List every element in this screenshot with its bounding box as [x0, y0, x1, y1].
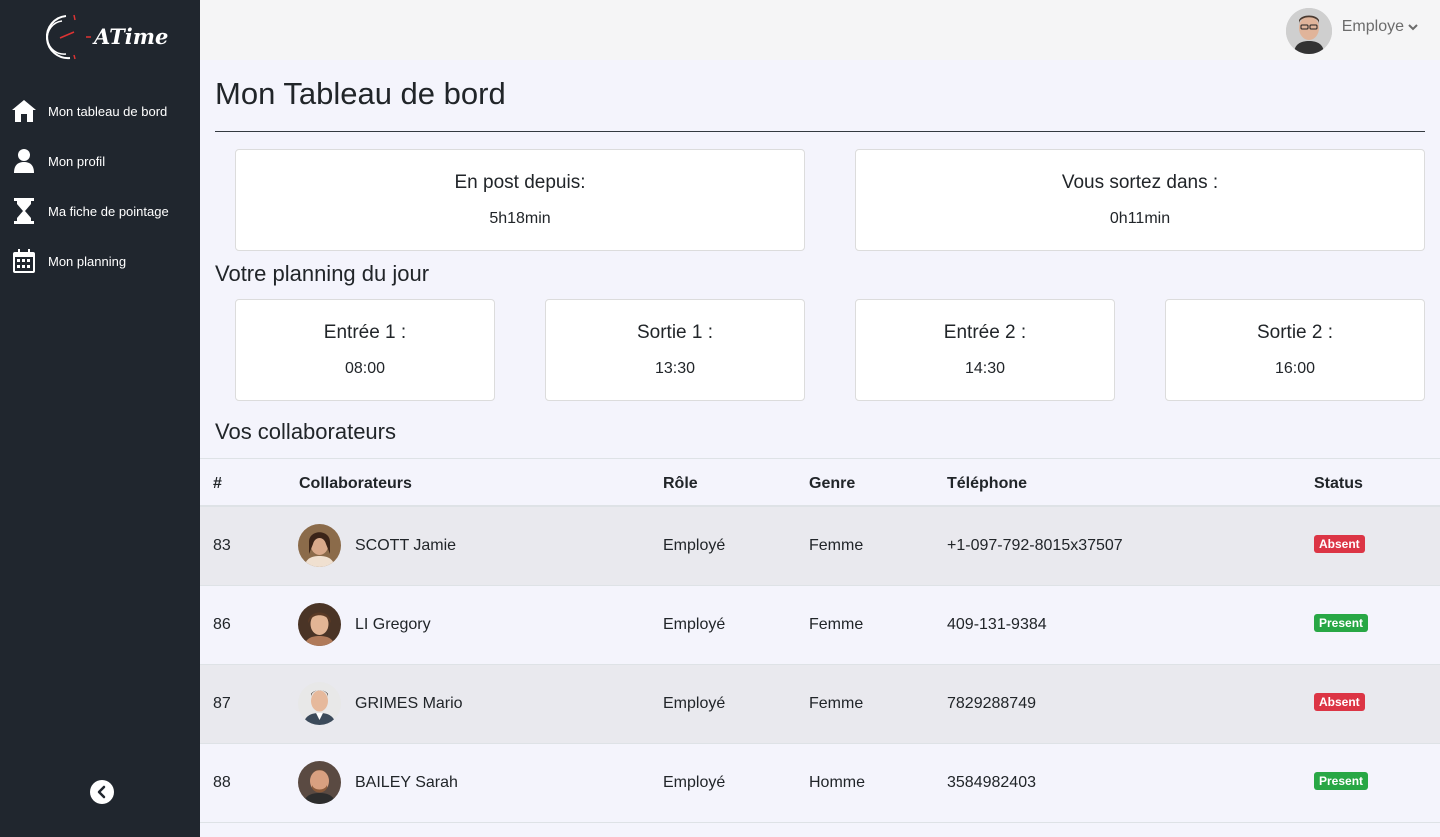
sidebar: ATime Mon tableau de bord Mon profil Ma …: [0, 0, 200, 837]
column-header-collaborators[interactable]: Collaborateurs: [299, 475, 412, 493]
planning-card-title: Entrée 1 :: [323, 322, 407, 343]
column-header-id[interactable]: #: [213, 475, 222, 493]
table-header: # Collaborateurs Rôle Genre Téléphone St…: [200, 458, 1440, 507]
logo-clock-icon: [45, 14, 91, 60]
app-logo[interactable]: ATime: [38, 12, 168, 62]
planning-card-title: Entrée 2 :: [943, 322, 1027, 343]
row-phone: 7829288749: [947, 695, 1036, 712]
sidebar-item-planning[interactable]: Mon planning: [0, 241, 200, 281]
planning-card-value: 14:30: [964, 360, 1006, 377]
calendar-icon: [0, 248, 48, 274]
avatar: [298, 761, 341, 804]
planning-card-entry-2: Entrée 2 : 14:30: [855, 299, 1115, 401]
status-badge: Present: [1314, 614, 1369, 632]
column-header-phone[interactable]: Téléphone: [947, 475, 1027, 493]
stat-card-on-duty: En post depuis: 5h18min: [235, 149, 805, 251]
column-header-gender[interactable]: Genre: [809, 475, 855, 493]
planning-card-value: 16:00: [1274, 360, 1316, 377]
user-menu-dropdown[interactable]: Employe: [1342, 18, 1418, 36]
sidebar-item-label: Mon profil: [48, 153, 106, 169]
sidebar-item-profile[interactable]: Mon profil: [0, 141, 200, 181]
user-menu-label: Employe: [1341, 18, 1404, 35]
sidebar-item-timesheet[interactable]: Ma fiche de pointage: [0, 191, 200, 231]
stat-card-value: 5h18min: [489, 210, 551, 227]
sidebar-item-label: Ma fiche de pointage: [48, 203, 169, 219]
sidebar-item-dashboard[interactable]: Mon tableau de bord: [0, 91, 200, 131]
planning-card-value: 08:00: [344, 360, 386, 377]
row-gender: Femme: [809, 537, 864, 554]
avatar: [298, 524, 341, 567]
avatar: [298, 603, 341, 646]
status-badge: Absent: [1314, 535, 1365, 553]
stat-card-value: 0h11min: [1109, 210, 1171, 227]
row-name: GRIMES Mario: [355, 695, 463, 712]
hourglass-icon: [0, 198, 48, 224]
planning-card-entry-1: Entrée 1 : 08:00: [235, 299, 495, 401]
title-divider: [215, 131, 1425, 132]
row-role: Employé: [663, 537, 726, 554]
logo-text: ATime: [94, 24, 169, 49]
planning-card-exit-2: Sortie 2 : 16:00: [1165, 299, 1425, 401]
stat-card-exit-in: Vous sortez dans : 0h11min: [855, 149, 1425, 251]
avatar[interactable]: [1286, 8, 1332, 54]
row-gender: Femme: [809, 616, 864, 633]
row-phone: +1-097-792-8015x37507: [947, 537, 1123, 554]
collaborators-table: # Collaborateurs Rôle Genre Téléphone St…: [200, 458, 1440, 823]
sidebar-collapse-button[interactable]: [90, 780, 114, 804]
planning-card-title: Sortie 2 :: [1256, 322, 1334, 343]
row-gender: Femme: [809, 695, 864, 712]
row-id: 86: [213, 616, 231, 633]
stat-card-title: Vous sortez dans :: [1061, 172, 1219, 193]
row-id: 88: [213, 774, 231, 791]
row-name: SCOTT Jamie: [355, 537, 457, 554]
row-name: LI Gregory: [355, 616, 431, 633]
row-phone: 3584982403: [947, 774, 1036, 791]
table-row[interactable]: 88 BAILEY Sarah Employé Homme 3584982403…: [200, 744, 1440, 823]
chevron-left-icon: [97, 785, 106, 799]
sidebar-item-label: Mon tableau de bord: [48, 103, 168, 119]
row-role: Employé: [663, 695, 726, 712]
column-header-status[interactable]: Status: [1314, 475, 1363, 493]
status-badge: Absent: [1314, 693, 1365, 711]
user-icon: [0, 149, 48, 173]
page-title: Mon Tableau de bord: [215, 76, 506, 111]
row-name: BAILEY Sarah: [355, 774, 458, 791]
stat-card-title: En post depuis:: [454, 172, 586, 193]
table-row[interactable]: 86 LI Gregory Employé Femme 409-131-9384…: [200, 586, 1440, 665]
planning-section-title: Votre planning du jour: [215, 261, 430, 286]
row-id: 87: [213, 695, 231, 712]
chevron-down-icon: [1408, 18, 1418, 36]
row-gender: Homme: [809, 774, 866, 791]
planning-card-exit-1: Sortie 1 : 13:30: [545, 299, 805, 401]
planning-card-value: 13:30: [654, 360, 696, 377]
row-role: Employé: [663, 774, 726, 791]
column-header-role[interactable]: Rôle: [663, 475, 698, 493]
collaborators-section-title: Vos collaborateurs: [215, 419, 396, 444]
row-phone: 409-131-9384: [947, 616, 1047, 633]
sidebar-item-label: Mon planning: [48, 253, 127, 269]
table-row[interactable]: 87 GRIMES Mario Employé Femme 7829288749…: [200, 665, 1440, 744]
avatar: [298, 682, 341, 725]
row-role: Employé: [663, 616, 726, 633]
planning-card-title: Sortie 1 :: [636, 322, 714, 343]
status-badge: Present: [1314, 772, 1369, 790]
table-row[interactable]: 83 SCOTT Jamie Employé Femme +1-097-792-…: [200, 507, 1440, 586]
row-id: 83: [213, 537, 231, 554]
top-bar: Employe: [200, 0, 1440, 60]
home-icon: [0, 99, 48, 123]
